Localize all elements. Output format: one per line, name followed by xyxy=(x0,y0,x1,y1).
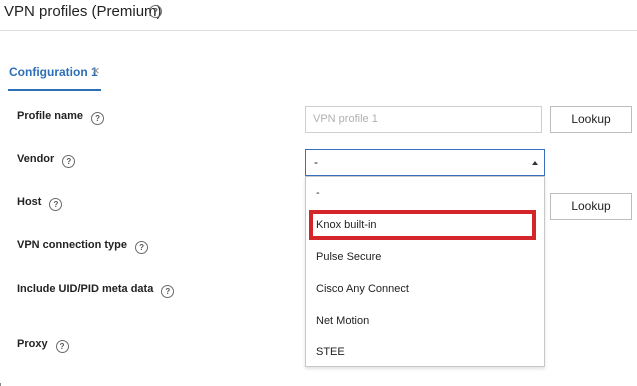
dropdown-option[interactable]: Pulse Secure xyxy=(316,251,381,263)
include-uid-text: Include UID/PID meta data xyxy=(17,283,154,295)
vendor-label: Vendor? xyxy=(17,153,76,168)
host-lookup-button[interactable]: Lookup xyxy=(550,193,632,220)
help-icon[interactable]: ? xyxy=(49,198,63,211)
profile-name-label: Profile name? xyxy=(17,110,105,125)
dropdown-option[interactable]: - xyxy=(316,187,320,199)
host-label: Host? xyxy=(17,196,63,211)
caret-up-icon xyxy=(532,161,538,165)
vpn-connection-type-label: VPN connection type? xyxy=(17,239,149,254)
help-icon[interactable]: ? xyxy=(161,285,175,298)
profile-name-input[interactable]: VPN profile 1 xyxy=(305,106,542,133)
vendor-select-value: - xyxy=(314,155,318,169)
page-title: VPN profiles (Premium) xyxy=(4,3,162,20)
help-icon[interactable]: ? xyxy=(149,5,162,18)
close-icon[interactable]: × xyxy=(92,63,100,78)
dropdown-option[interactable]: Cisco Any Connect xyxy=(316,283,409,295)
include-uid-label: Include UID/PID meta data? xyxy=(17,283,175,298)
help-icon[interactable]: ? xyxy=(62,155,76,168)
highlight-box xyxy=(309,210,536,240)
dropdown-option[interactable]: STEE xyxy=(316,346,345,358)
proxy-text: Proxy xyxy=(17,338,48,350)
vendor-dropdown-list: - Knox built-in Pulse Secure Cisco Any C… xyxy=(305,176,545,367)
help-icon[interactable]: ? xyxy=(135,241,149,254)
help-icon[interactable]: ? xyxy=(91,112,105,125)
proxy-label: Proxy? xyxy=(17,338,69,353)
help-icon[interactable]: ? xyxy=(55,340,69,353)
profile-name-text: Profile name xyxy=(17,110,84,122)
vendor-select[interactable]: - xyxy=(305,149,545,176)
tab-configuration-1[interactable]: Configuration 1 × xyxy=(8,56,101,91)
vendor-text: Vendor xyxy=(17,153,55,165)
tab-label: Configuration 1 xyxy=(9,65,98,79)
profile-lookup-button[interactable]: Lookup xyxy=(550,106,632,133)
page-header: VPN profiles (Premium) ? xyxy=(0,0,637,31)
vpn-connection-type-text: VPN connection type xyxy=(17,239,128,251)
host-text: Host xyxy=(17,196,42,208)
dropdown-option[interactable]: Net Motion xyxy=(316,315,369,327)
